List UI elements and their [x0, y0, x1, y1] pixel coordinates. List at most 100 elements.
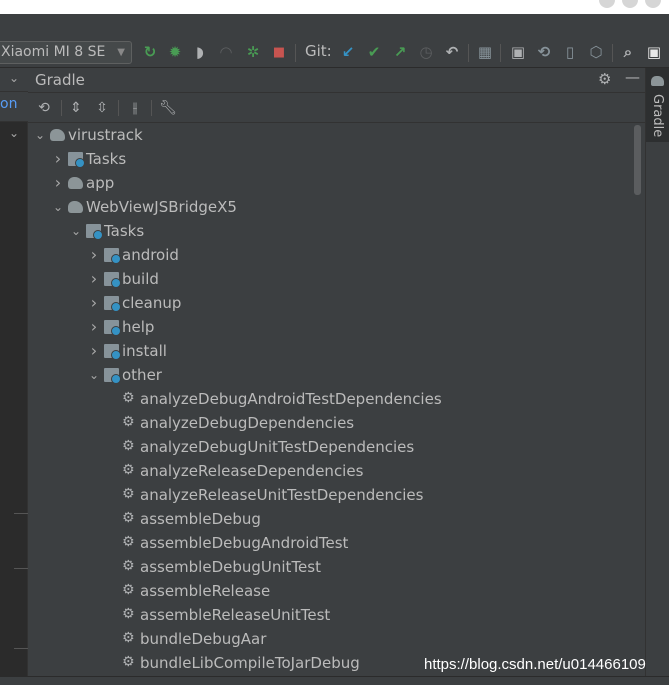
chevron-down-icon[interactable]: ⌄ — [52, 195, 64, 219]
debug-icon[interactable]: ✹ — [165, 42, 185, 62]
tree-item[interactable]: › android — [28, 243, 628, 267]
gradle-side-tab-label: Gradle — [650, 94, 665, 138]
tree-item[interactable]: › app — [28, 171, 628, 195]
tree-item-label: app — [86, 174, 115, 192]
git-rollback-icon[interactable]: ↶ — [442, 42, 462, 62]
gear-icon: ⚙ — [122, 558, 135, 574]
gear-icon: ⚙ — [122, 630, 135, 646]
chevron-right-icon[interactable]: › — [88, 315, 100, 339]
chevron-down-icon[interactable]: ⌄ — [9, 126, 19, 140]
gradle-task-tree: ⌄ virustrack › Tasks › app ⌄ WebViewJSBridgeX5 ⌄… — [28, 123, 633, 683]
tree-item-label: cleanup — [122, 294, 182, 312]
chevron-right-icon[interactable]: › — [52, 147, 64, 171]
git-commit-icon[interactable]: ✔ — [364, 42, 384, 62]
toolbar-separator — [151, 100, 152, 116]
gear-icon: ⚙ — [122, 438, 135, 454]
wrench-icon[interactable]: 🔧︎ — [158, 98, 178, 118]
sdk-manager-icon[interactable]: ⬡ — [586, 42, 606, 62]
window-close-button[interactable] — [645, 0, 661, 8]
gradle-elephant-icon — [68, 201, 83, 213]
tree-item[interactable]: › help — [28, 315, 628, 339]
tree-item[interactable]: ⚙ analyzeDebugAndroidTestDependencies — [28, 387, 628, 411]
tree-item[interactable]: ⌄ WebViewJSBridgeX5 — [28, 195, 628, 219]
search-icon[interactable]: ⌕ — [618, 42, 638, 62]
attach-debugger-icon[interactable]: ✲ — [243, 42, 263, 62]
tree-item[interactable]: › install — [28, 339, 628, 363]
chevron-right-icon[interactable]: › — [88, 267, 100, 291]
expand-all-icon[interactable]: ⇕ — [66, 98, 86, 118]
vertical-scrollbar[interactable] — [634, 125, 641, 195]
profile-icon[interactable]: ◠ — [216, 42, 236, 62]
chevron-right-icon[interactable]: › — [88, 291, 100, 315]
chevron-down-icon[interactable]: ⌄ — [88, 363, 100, 387]
toolbar-separator — [500, 44, 501, 62]
toolbar-separator — [118, 100, 119, 116]
tree-item-label: analyzeDebugDependencies — [140, 414, 355, 432]
tree-item[interactable]: ⚙ analyzeReleaseUnitTestDependencies — [28, 483, 628, 507]
apply-changes-icon[interactable]: ◗ — [190, 42, 210, 62]
tree-item-label: help — [122, 318, 155, 336]
tree-item[interactable]: › Tasks — [28, 147, 628, 171]
tree-item[interactable]: ⌄ other — [28, 363, 628, 387]
reload-gradle-icon[interactable]: ⟲ — [34, 98, 54, 118]
project-structure-icon[interactable]: ▦ — [475, 42, 495, 62]
stop-icon[interactable]: ■ — [269, 42, 289, 62]
toolbar-separator — [468, 44, 469, 62]
minimize-icon[interactable]: — — [625, 68, 640, 86]
left-pane-toolbar: on — [0, 92, 28, 122]
tree-item[interactable]: ⚙ assembleDebugAndroidTest — [28, 531, 628, 555]
avd-manager-icon[interactable]: ▯ — [560, 42, 580, 62]
gradle-elephant-icon — [50, 129, 65, 141]
tree-item[interactable]: ⚙ analyzeDebugDependencies — [28, 411, 628, 435]
gear-icon[interactable]: ⚙ — [598, 70, 611, 88]
tree-item[interactable]: ⚙ bundleDebugAar — [28, 627, 628, 651]
gradle-side-tab[interactable]: Gradle — [646, 68, 669, 142]
tree-item[interactable]: ⚙ assembleDebugUnitTest — [28, 555, 628, 579]
tree-item-label: analyzeDebugAndroidTestDependencies — [140, 390, 442, 408]
gradle-header: Gradle ⚙ — — [28, 68, 645, 93]
tree-item[interactable]: › cleanup — [28, 291, 628, 315]
rerun-icon[interactable]: ↻ — [140, 42, 160, 62]
left-pane-text-fragment: on — [0, 96, 18, 112]
chevron-right-icon[interactable]: › — [88, 243, 100, 267]
chevron-down-icon[interactable]: ⌄ — [9, 71, 19, 85]
tree-item[interactable]: ⚙ assembleDebug — [28, 507, 628, 531]
layout-inspector-icon[interactable]: ▣ — [508, 42, 528, 62]
device-selector-label: Xiaomi MI 8 SE — [1, 44, 106, 60]
window-title-strip — [0, 0, 669, 14]
tree-item-label: build — [122, 270, 159, 288]
sync-gradle-icon[interactable]: ⟲ — [534, 42, 554, 62]
tree-item-label: assembleReleaseUnitTest — [140, 606, 331, 624]
chevron-right-icon[interactable]: › — [52, 171, 64, 195]
git-push-icon[interactable]: ↗ — [390, 42, 410, 62]
tree-item-label: WebViewJSBridgeX5 — [86, 198, 237, 216]
chevron-down-icon[interactable]: ⌄ — [70, 219, 82, 243]
collapse-all-icon[interactable]: ⇳ — [92, 98, 112, 118]
tree-item[interactable]: ⌄ virustrack — [28, 123, 628, 147]
tree-item[interactable]: ⚙ analyzeDebugUnitTestDependencies — [28, 435, 628, 459]
tree-item-label: install — [122, 342, 167, 360]
toggle-offline-icon[interactable]: ⫲ — [125, 98, 145, 118]
tree-item[interactable]: ⚙ assembleReleaseUnitTest — [28, 603, 628, 627]
tree-item[interactable]: ⌄ Tasks — [28, 219, 628, 243]
tree-item[interactable]: › build — [28, 267, 628, 291]
gear-icon: ⚙ — [122, 606, 135, 622]
task-folder-icon — [104, 248, 121, 264]
chevron-down-icon[interactable]: ⌄ — [34, 123, 46, 147]
divider — [14, 568, 28, 569]
device-selector[interactable]: Xiaomi MI 8 SE ▼ — [0, 41, 132, 64]
gradle-elephant-icon — [68, 177, 83, 189]
account-icon[interactable]: ▣ — [644, 42, 664, 62]
window-maximize-button[interactable] — [622, 0, 638, 8]
git-update-icon[interactable]: ↙ — [338, 42, 358, 62]
tree-item-label: assembleDebugAndroidTest — [140, 534, 349, 552]
gear-icon: ⚙ — [122, 486, 135, 502]
tree-item[interactable]: ⚙ analyzeReleaseDependencies — [28, 459, 628, 483]
window-minimize-button[interactable] — [599, 0, 615, 8]
task-folder-icon — [68, 152, 85, 168]
git-history-icon[interactable]: ◷ — [416, 42, 436, 62]
gear-icon: ⚙ — [122, 462, 135, 478]
tree-item-label: assembleDebugUnitTest — [140, 558, 321, 576]
chevron-right-icon[interactable]: › — [88, 339, 100, 363]
tree-item[interactable]: ⚙ assembleRelease — [28, 579, 628, 603]
